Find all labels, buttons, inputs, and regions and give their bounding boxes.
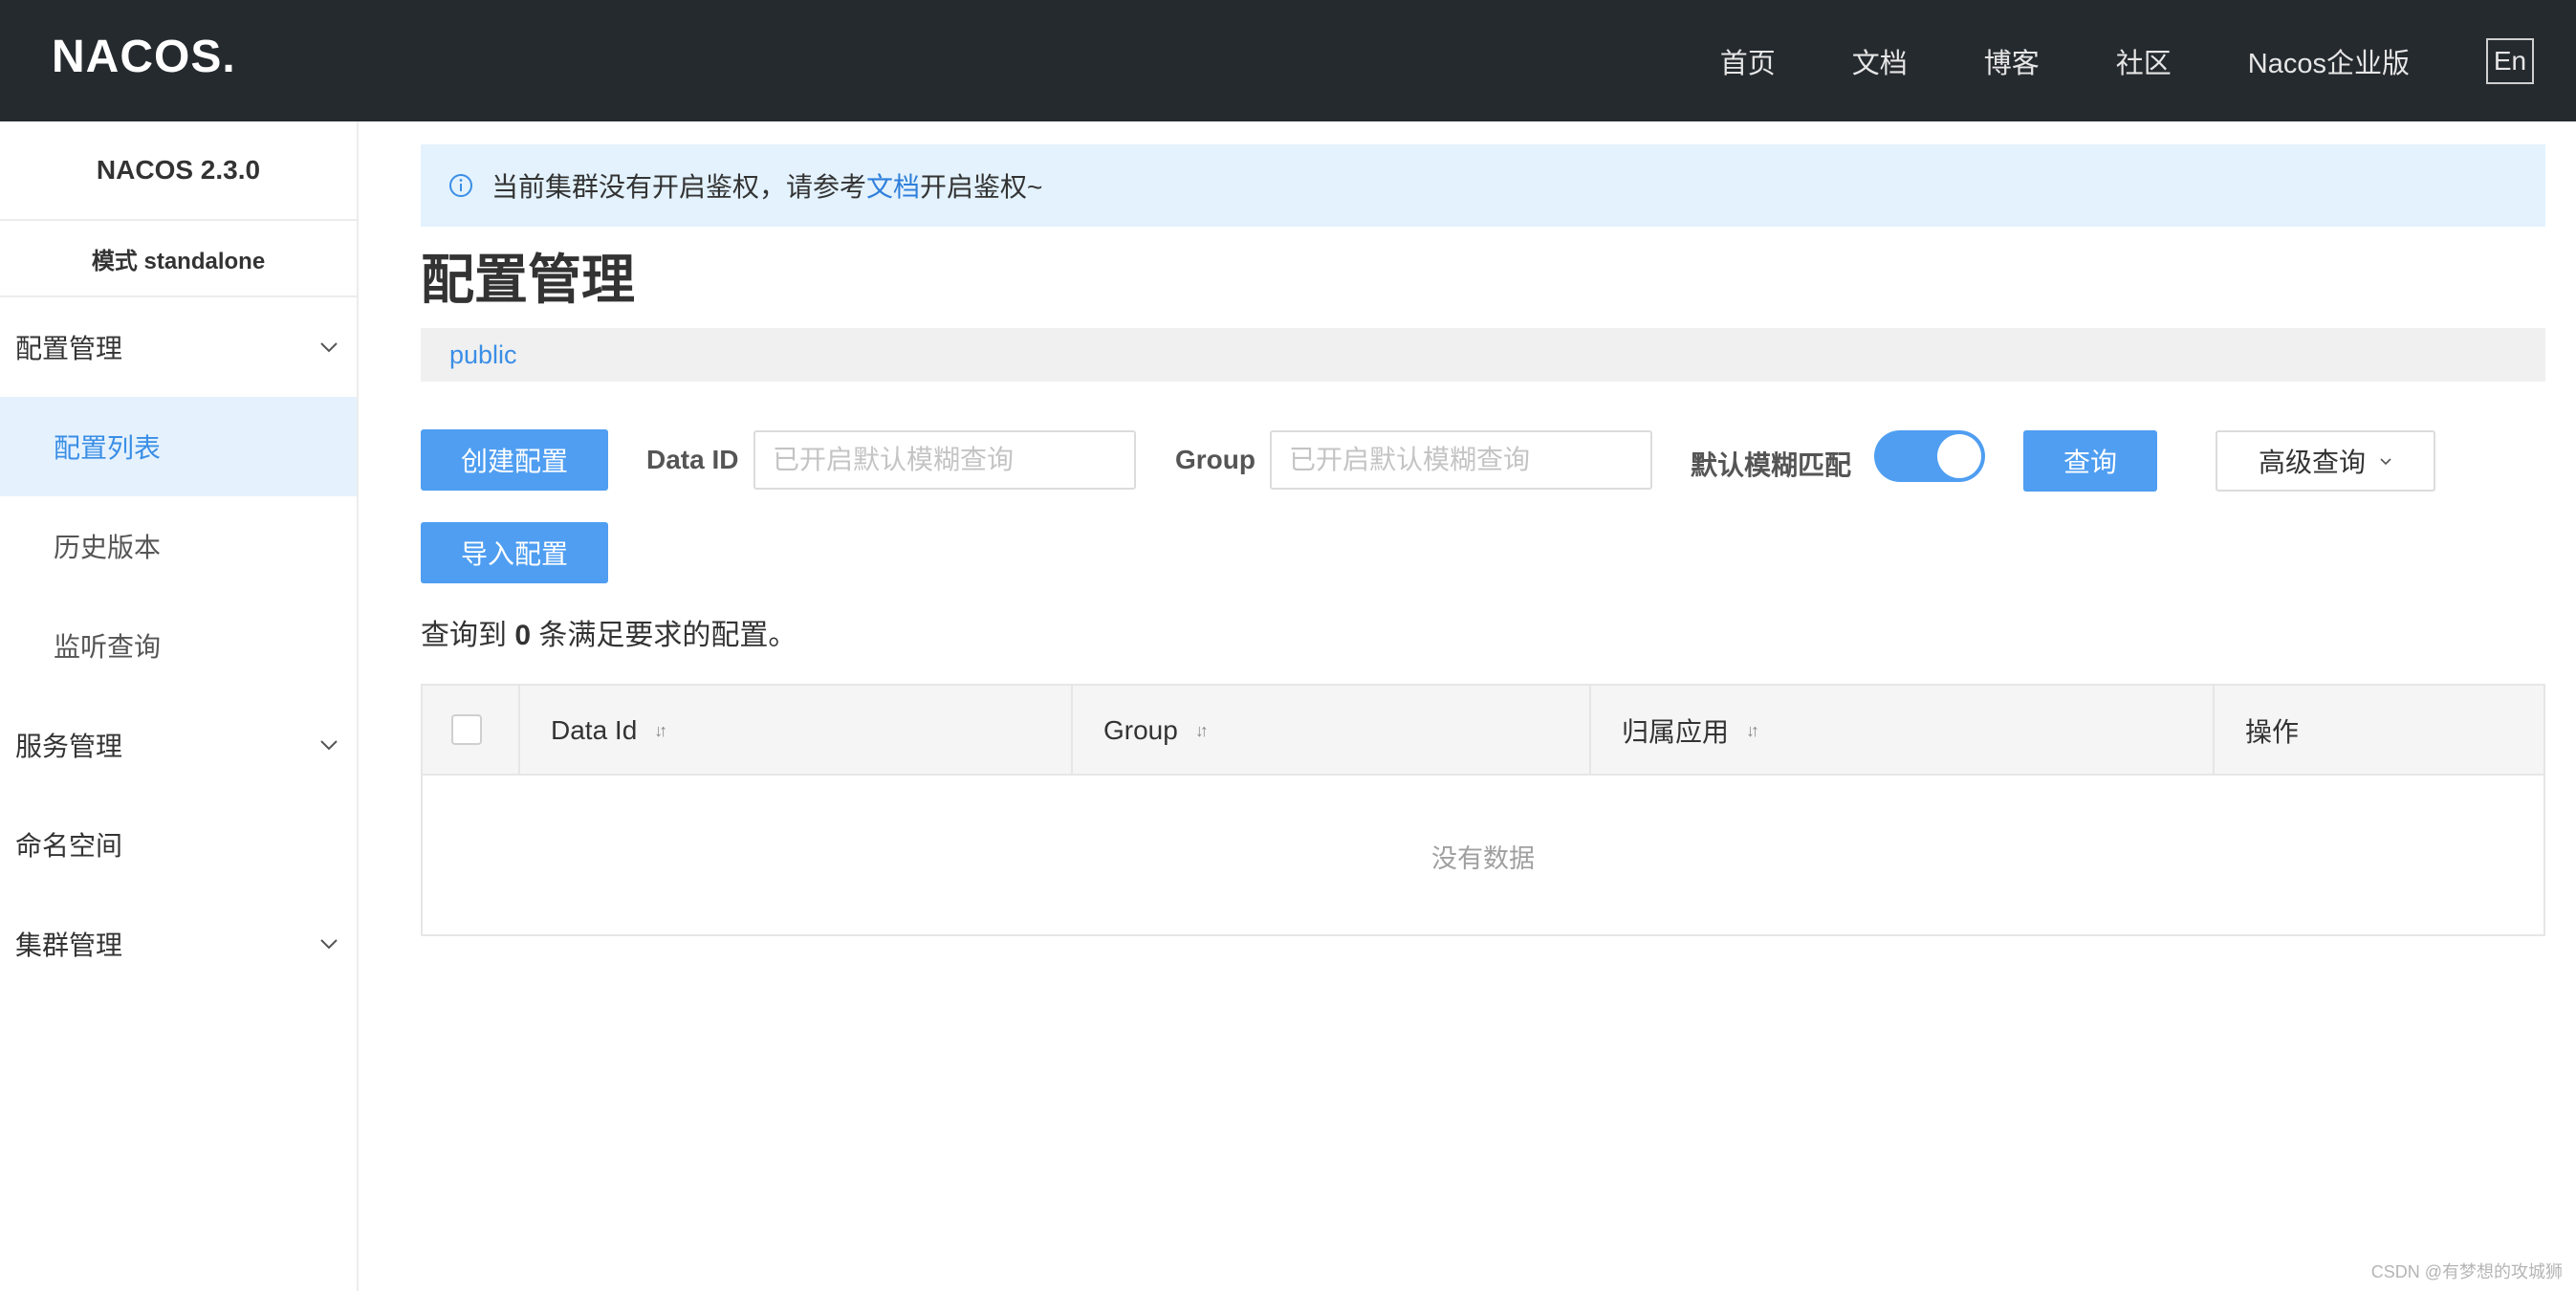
alert-text-prefix: 当前集群没有开启鉴权，请参考 xyxy=(491,172,867,202)
group-input[interactable] xyxy=(1270,430,1652,490)
column-app[interactable]: 归属应用 ↓↑ xyxy=(1589,686,2213,776)
summary-suffix: 条满足要求的配置。 xyxy=(538,620,797,651)
sidebar-group-service[interactable]: 服务管理 xyxy=(0,695,357,795)
empty-state: 没有数据 xyxy=(1431,843,1535,873)
nav-home[interactable]: 首页 xyxy=(1720,41,1776,81)
data-id-label: Data ID xyxy=(646,445,739,474)
summary-prefix: 查询到 xyxy=(421,620,507,651)
namespace-bar: public xyxy=(421,328,2545,382)
query-button[interactable]: 查询 xyxy=(2023,430,2157,492)
alert-docs-link[interactable]: 文档 xyxy=(866,166,920,205)
chevron-down-icon xyxy=(320,342,338,353)
column-label: 操作 xyxy=(2245,717,2300,747)
column-group[interactable]: Group ↓↑ xyxy=(1071,686,1589,776)
language-switch-button[interactable]: En xyxy=(2486,37,2534,84)
chevron-down-icon xyxy=(320,939,338,950)
advanced-query-button[interactable]: 高级查询 xyxy=(2216,430,2435,492)
sort-icon[interactable]: ↓↑ xyxy=(1195,721,1209,741)
sidebar-group-label: 配置管理 xyxy=(15,334,123,363)
sidebar-group-config[interactable]: 配置管理 xyxy=(0,297,357,397)
info-icon xyxy=(449,174,472,197)
mode-label: 模式 standalone xyxy=(0,221,357,297)
namespace-public[interactable]: public xyxy=(449,340,517,370)
nav-blog[interactable]: 博客 xyxy=(1984,41,2040,81)
top-nav: 首页 文档 博客 社区 Nacos企业版 En xyxy=(1644,0,2534,121)
sidebar-item-history[interactable]: 历史版本 xyxy=(0,496,357,596)
advanced-query-label: 高级查询 xyxy=(2258,448,2366,477)
logo-text: NACOS. xyxy=(52,32,236,82)
create-config-button[interactable]: 创建配置 xyxy=(421,429,608,491)
nacos-logo[interactable]: NACOS. xyxy=(52,29,236,86)
fuzzy-match-toggle[interactable] xyxy=(1874,430,1985,482)
top-header: NACOS. 首页 文档 博客 社区 Nacos企业版 En xyxy=(0,0,2576,121)
nav-enterprise[interactable]: Nacos企业版 xyxy=(2248,41,2410,81)
column-label: 归属应用 xyxy=(1622,717,1730,747)
table-header: Data Id ↓↑ Group ↓↑ 归属应用 ↓↑ 操作 xyxy=(423,686,2543,776)
result-count: 0 xyxy=(514,620,532,651)
result-summary: 查询到 0 条满足要求的配置。 xyxy=(421,611,797,653)
select-all-checkbox[interactable] xyxy=(451,714,482,745)
column-data-id[interactable]: Data Id ↓↑ xyxy=(518,686,1071,776)
sidebar: NACOS 2.3.0 模式 standalone 配置管理 配置列表 历史版本… xyxy=(0,121,359,1291)
sort-icon[interactable]: ↓↑ xyxy=(654,721,667,741)
import-config-button[interactable]: 导入配置 xyxy=(421,522,608,583)
watermark: CSDN @有梦想的攻城狮 xyxy=(2370,1262,2563,1281)
nav-docs[interactable]: 文档 xyxy=(1852,41,1908,81)
sidebar-group-label: 服务管理 xyxy=(15,732,123,761)
version-label: NACOS 2.3.0 xyxy=(0,121,357,221)
column-label: Group xyxy=(1103,715,1178,745)
toggle-knob xyxy=(1937,434,1981,478)
page-title: 配置管理 xyxy=(421,250,635,310)
alert-text-suffix: 开启鉴权~ xyxy=(920,172,1043,202)
sort-icon[interactable]: ↓↑ xyxy=(1746,721,1759,741)
chevron-down-icon xyxy=(320,740,338,751)
column-actions: 操作 xyxy=(2213,686,2543,776)
group-label: Group xyxy=(1175,445,1255,474)
sidebar-item-listener-query[interactable]: 监听查询 xyxy=(0,596,357,695)
auth-alert: 当前集群没有开启鉴权，请参考 文档 开启鉴权~ xyxy=(421,144,2545,227)
sidebar-group-cluster[interactable]: 集群管理 xyxy=(0,894,357,994)
nav-community[interactable]: 社区 xyxy=(2116,41,2172,81)
column-label: Data Id xyxy=(551,715,638,745)
sidebar-group-namespace[interactable]: 命名空间 xyxy=(0,795,357,894)
fuzzy-match-label: 默认模糊匹配 xyxy=(1691,450,1852,480)
chevron-down-icon xyxy=(2380,458,2391,466)
sidebar-item-config-list[interactable]: 配置列表 xyxy=(0,397,357,496)
data-id-input[interactable] xyxy=(753,430,1136,490)
sidebar-group-label: 命名空间 xyxy=(15,831,123,861)
sidebar-group-label: 集群管理 xyxy=(15,930,123,960)
config-table: Data Id ↓↑ Group ↓↑ 归属应用 ↓↑ 操作 没有数据 xyxy=(421,684,2545,936)
